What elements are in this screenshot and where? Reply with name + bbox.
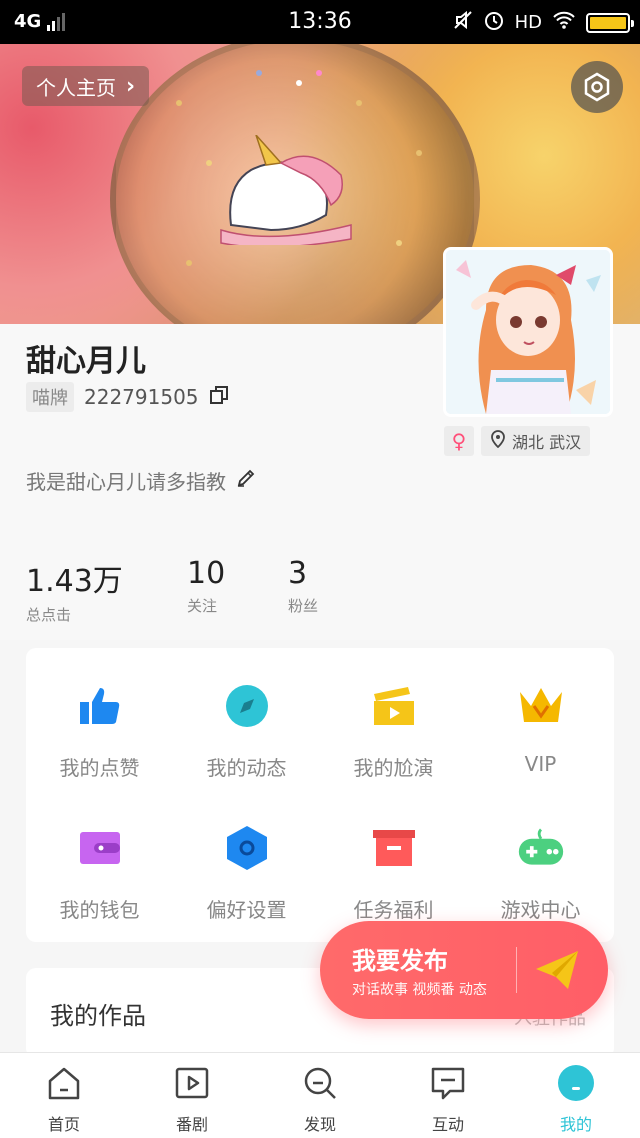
wifi-icon: [552, 10, 576, 35]
gift-box-icon: [370, 824, 418, 872]
gender-badge: ♀: [444, 426, 474, 456]
homepage-button[interactable]: 个人主页 ›: [22, 66, 150, 106]
stat-value: 10: [187, 556, 226, 591]
chevron-right-icon: ›: [126, 73, 136, 99]
menu-item-games[interactable]: 游戏中心: [467, 790, 614, 930]
copy-icon[interactable]: [209, 385, 229, 409]
menu-label: 我的钱包: [59, 898, 140, 922]
menu-item-likes[interactable]: 我的点赞: [26, 648, 173, 788]
alarm-icon: [483, 9, 505, 36]
settings-button[interactable]: [571, 61, 623, 113]
menu-item-wallet[interactable]: 我的钱包: [26, 790, 173, 930]
id-tag: 喵牌: [26, 382, 74, 412]
unicorn-icon: [220, 135, 352, 245]
avatar[interactable]: [443, 247, 613, 417]
stat-fans[interactable]: 3 粉丝: [288, 556, 318, 616]
homepage-label: 个人主页: [36, 75, 116, 100]
menu-label: 我的尬演: [353, 756, 434, 780]
bio-text: 我是甜心月儿请多指教: [26, 470, 226, 494]
stat-label: 总点击: [26, 606, 72, 624]
bio[interactable]: 我是甜心月儿请多指教: [26, 466, 256, 495]
nickname: 甜心月儿: [26, 344, 146, 379]
stat-label: 关注: [187, 597, 218, 615]
paper-plane-icon: [536, 951, 578, 989]
play-icon: [172, 1063, 212, 1103]
hd-label: HD: [514, 12, 542, 33]
id-number: 222791505: [84, 385, 199, 409]
tab-bar: 首页 番剧 发现 互动 我的: [0, 1052, 640, 1138]
menu-item-vip[interactable]: VIP: [467, 648, 614, 788]
tab-label: 我的: [559, 1115, 592, 1134]
tab-label: 首页: [47, 1115, 80, 1134]
menu-label: 偏好设置: [206, 898, 287, 922]
home-icon: [44, 1063, 84, 1103]
gamepad-icon: [517, 824, 565, 872]
publish-title: 我要发布: [352, 947, 448, 975]
tab-anime[interactable]: 番剧: [128, 1063, 256, 1135]
tab-label: 互动: [431, 1115, 464, 1134]
stat-following[interactable]: 10 关注: [187, 556, 225, 616]
status-bar: 4G 13:36 HD: [0, 0, 640, 44]
thumbs-up-icon: [76, 682, 124, 730]
status-icons: HD: [453, 9, 634, 36]
location-badge: 湖北 武汉: [481, 426, 591, 456]
menu-label: 我的动态: [206, 756, 287, 780]
stat-value: 1.43万: [26, 564, 123, 599]
chat-icon: [428, 1063, 468, 1103]
edit-pencil-icon[interactable]: [236, 468, 256, 493]
menu-label: 我的点赞: [59, 756, 140, 780]
menu-label: 游戏中心: [500, 898, 581, 922]
publish-divider: [516, 947, 517, 993]
stat-label: 粉丝: [288, 597, 319, 615]
menu-item-tasks[interactable]: 任务福利: [320, 790, 467, 930]
compass-icon: [223, 682, 271, 730]
menu-item-performances[interactable]: 我的尬演: [320, 648, 467, 788]
tab-interact[interactable]: 互动: [384, 1063, 512, 1135]
female-icon: ♀: [451, 429, 467, 453]
location-text: 湖北 武汉: [512, 433, 582, 452]
tab-home[interactable]: 首页: [0, 1063, 128, 1135]
lollipop-illustration: [110, 44, 480, 324]
works-title: 我的作品: [50, 1002, 146, 1030]
publish-subtitle: 对话故事 视频番 动态: [352, 982, 487, 998]
stat-total-clicks[interactable]: 1.43万 总点击: [26, 556, 123, 625]
profile-icon: [556, 1063, 596, 1103]
tab-me[interactable]: 我的: [512, 1063, 640, 1135]
id-row: 喵牌 222791505: [26, 382, 229, 412]
menu-item-preferences[interactable]: 偏好设置: [173, 790, 320, 930]
menu-label: VIP: [524, 752, 557, 776]
crown-icon: [517, 682, 565, 730]
search-icon: [300, 1063, 340, 1103]
clapperboard-icon: [370, 682, 418, 730]
tab-discover[interactable]: 发现: [256, 1063, 384, 1135]
mute-icon: [453, 10, 473, 35]
publish-button[interactable]: 我要发布 对话故事 视频番 动态: [320, 921, 608, 1019]
stat-value: 3: [288, 556, 308, 591]
location-pin-icon: [490, 430, 506, 452]
tab-label: 番剧: [175, 1115, 208, 1134]
menu-label: 任务福利: [353, 898, 434, 922]
menu-card: 我的点赞 我的动态 我的尬演 VIP 我的钱包 偏好设置 任务福利 游戏中心: [26, 648, 614, 942]
menu-item-posts[interactable]: 我的动态: [173, 648, 320, 788]
hexagon-settings-icon: [223, 824, 271, 872]
battery-icon: [586, 12, 634, 33]
wallet-icon: [76, 824, 124, 872]
tab-label: 发现: [303, 1115, 336, 1134]
hexagon-settings-icon: [584, 72, 610, 102]
anime-girl-avatar-icon: [446, 250, 610, 414]
